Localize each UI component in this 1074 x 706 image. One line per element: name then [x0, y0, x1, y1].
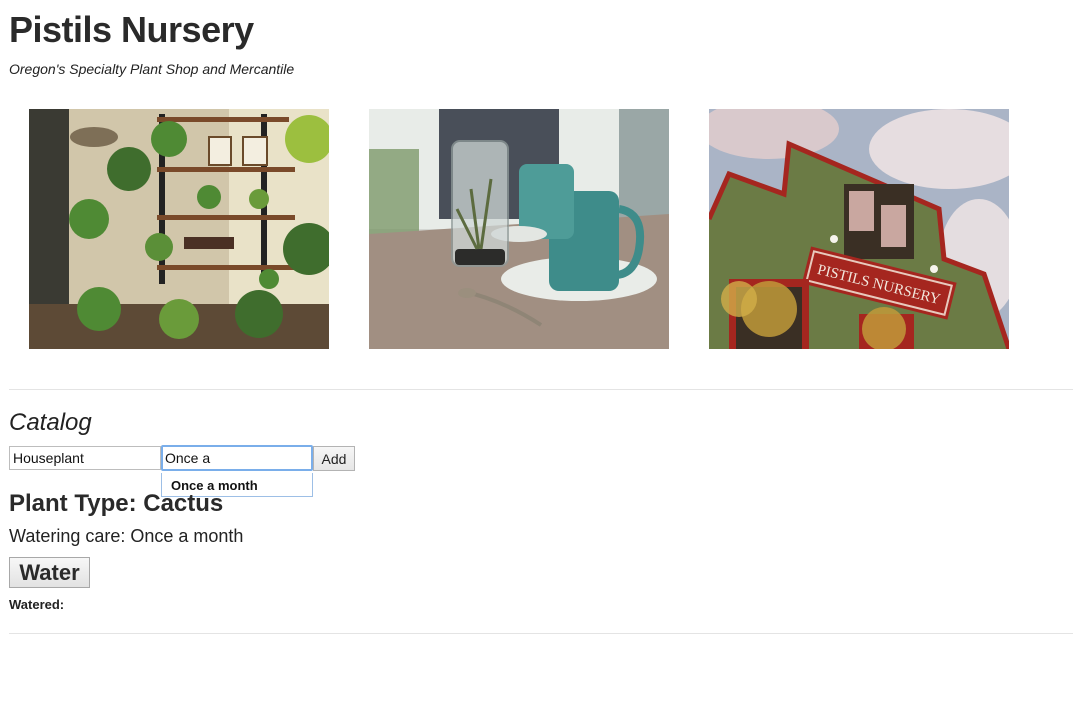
- water-button[interactable]: Water: [9, 557, 90, 588]
- catalog-heading: Catalog: [9, 409, 92, 436]
- page: Pistils Nursery Oregon's Specialty Plant…: [0, 0, 1074, 706]
- site-tagline: Oregon's Specialty Plant Shop and Mercan…: [9, 61, 295, 77]
- plant-type-heading: Plant Type: Cactus: [9, 490, 224, 517]
- shop-interior-photo: [29, 109, 329, 349]
- add-button[interactable]: Add: [313, 446, 355, 471]
- watering-input[interactable]: [161, 445, 313, 471]
- watering-care-text: Watering care: Once a month: [9, 526, 244, 546]
- section-divider-bottom: [9, 633, 1073, 634]
- site-title: Pistils Nursery: [9, 9, 254, 50]
- section-divider: [9, 389, 1073, 390]
- mugs-terrarium-photo: [369, 109, 669, 349]
- storefront-photo: PISTILS NURSERY: [709, 109, 1009, 349]
- plant-type-input[interactable]: [9, 446, 161, 470]
- watered-status: Watered:: [9, 597, 65, 612]
